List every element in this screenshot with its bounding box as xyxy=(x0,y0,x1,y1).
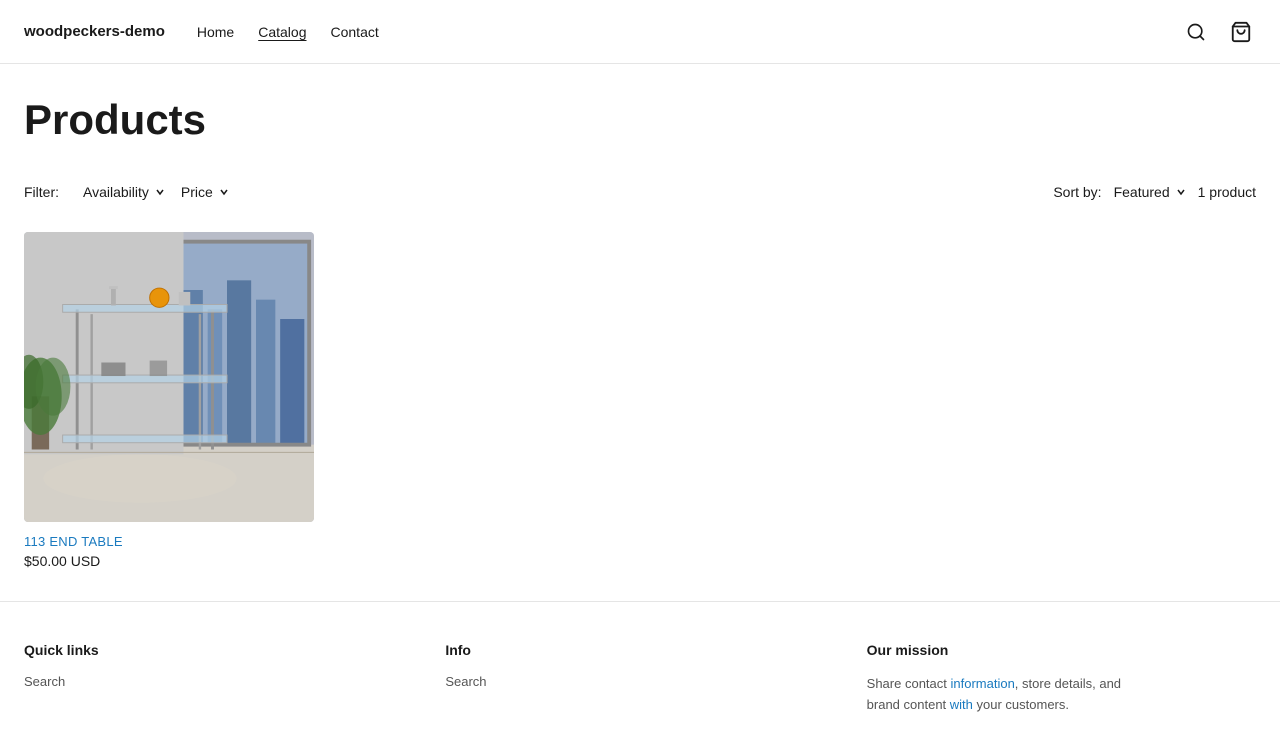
product-image xyxy=(24,232,314,522)
search-icon xyxy=(1186,22,1206,42)
info-heading: Info xyxy=(445,642,834,658)
mission-highlight-1: information xyxy=(950,676,1014,691)
our-mission-text: Share contact information, store details… xyxy=(867,674,1256,716)
site-footer: Quick links Search Info Search Our missi… xyxy=(0,601,1280,748)
header-icons xyxy=(1182,17,1256,47)
info-search[interactable]: Search xyxy=(445,674,834,689)
footer-quick-links: Quick links Search xyxy=(24,642,413,716)
nav-home[interactable]: Home xyxy=(197,24,234,40)
filter-bar: Filter: Availability Price Sort by: Feat… xyxy=(24,184,1256,200)
quick-links-search[interactable]: Search xyxy=(24,674,413,689)
sort-by-label: Sort by: xyxy=(1053,184,1101,200)
page-title: Products xyxy=(24,96,1256,144)
availability-filter[interactable]: Availability xyxy=(83,184,165,200)
nav-contact[interactable]: Contact xyxy=(331,24,379,40)
main-content: Products Filter: Availability Price Sort… xyxy=(0,64,1280,601)
mission-highlight-2: with xyxy=(950,697,973,712)
product-count: 1 product xyxy=(1198,184,1256,200)
search-button[interactable] xyxy=(1182,18,1210,46)
footer-info: Info Search xyxy=(445,642,834,716)
product-image-svg xyxy=(24,232,314,522)
filter-left: Filter: Availability Price xyxy=(24,184,229,200)
filter-label: Filter: xyxy=(24,184,59,200)
price-filter[interactable]: Price xyxy=(181,184,229,200)
product-price: $50.00 USD xyxy=(24,553,314,569)
mission-text-part1: Share contact xyxy=(867,676,951,691)
footer-grid: Quick links Search Info Search Our missi… xyxy=(24,642,1256,716)
header-left: woodpeckers-demo Home Catalog Contact xyxy=(24,23,379,40)
nav-catalog[interactable]: Catalog xyxy=(258,24,306,40)
our-mission-heading: Our mission xyxy=(867,642,1256,658)
chevron-down-icon xyxy=(1176,187,1186,197)
product-card[interactable]: 113 END TABLE $50.00 USD xyxy=(24,232,314,569)
main-nav: Home Catalog Contact xyxy=(197,24,379,40)
chevron-down-icon xyxy=(155,187,165,197)
price-label: Price xyxy=(181,184,213,200)
cart-button[interactable] xyxy=(1226,17,1256,47)
product-title: 113 END TABLE xyxy=(24,534,314,549)
mission-text-part3: your customers. xyxy=(973,697,1069,712)
chevron-down-icon xyxy=(219,187,229,197)
sort-selected-value: Featured xyxy=(1114,184,1170,200)
products-grid: 113 END TABLE $50.00 USD xyxy=(24,232,1256,569)
cart-icon xyxy=(1230,21,1252,43)
footer-our-mission: Our mission Share contact information, s… xyxy=(867,642,1256,716)
quick-links-heading: Quick links xyxy=(24,642,413,658)
sort-select[interactable]: Featured xyxy=(1114,184,1186,200)
brand-logo[interactable]: woodpeckers-demo xyxy=(24,23,165,40)
availability-label: Availability xyxy=(83,184,149,200)
site-header: woodpeckers-demo Home Catalog Contact xyxy=(0,0,1280,64)
filter-right: Sort by: Featured 1 product xyxy=(1053,184,1256,200)
